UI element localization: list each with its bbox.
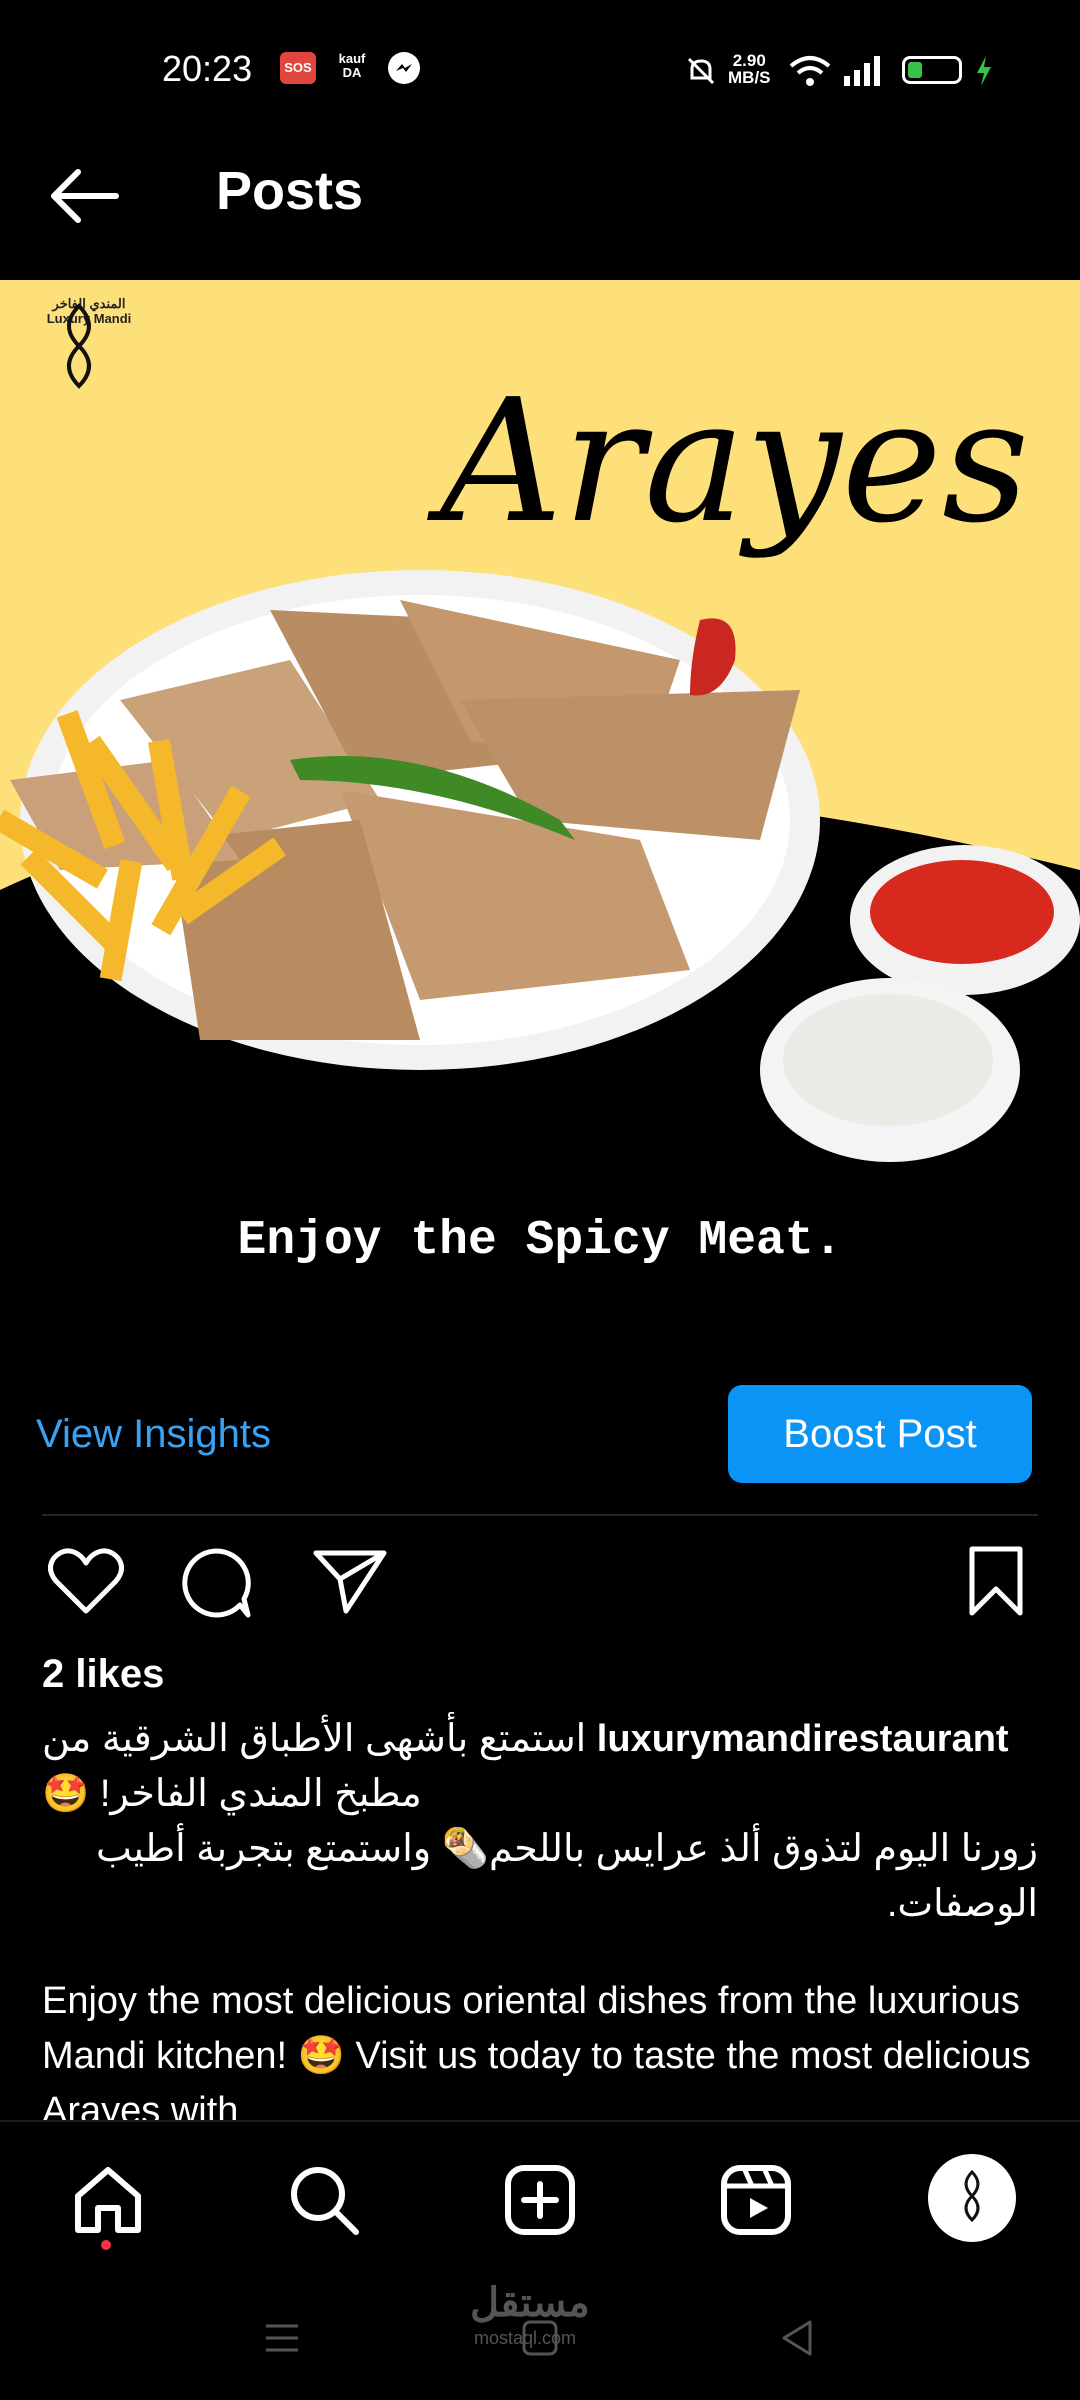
reels-icon[interactable] xyxy=(716,2160,796,2240)
likes-count[interactable]: 2 likes xyxy=(42,1652,164,1697)
watermark-ar: مستقل xyxy=(470,2281,590,2325)
page-title: Posts xyxy=(216,161,364,221)
script-title: Arayes xyxy=(427,363,1029,561)
status-bar: 20:23 SOS kauf DA 2.90 MB/S xyxy=(0,0,1080,140)
boost-post-button[interactable]: Boost Post xyxy=(728,1385,1032,1483)
mute-icon xyxy=(687,57,715,85)
caption-arabic: luxurymandirestaurant استمتع بأشهى الأطب… xyxy=(42,1712,1038,1822)
caption-arabic-line1: استمتع بأشهى الأطباق الشرقية من مطبخ الم… xyxy=(42,1718,587,1815)
caption-english: Enjoy the most delicious oriental dishes… xyxy=(42,1980,1031,2120)
caption-username[interactable]: luxurymandirestaurant xyxy=(597,1718,1009,1760)
kaufda-icon: kauf DA xyxy=(338,51,366,80)
recent-apps-icon[interactable] xyxy=(262,2318,302,2358)
charging-icon xyxy=(977,56,991,86)
sos-icon: SOS xyxy=(280,52,316,84)
profile-avatar[interactable] xyxy=(928,2154,1016,2242)
back-arrow-icon[interactable] xyxy=(48,166,120,226)
home-notification-dot xyxy=(101,2240,111,2250)
brand-logo: المندي الفاخر Luxury Mandi xyxy=(44,296,134,389)
comment-icon[interactable] xyxy=(178,1545,254,1621)
bottom-nav xyxy=(0,2120,1080,2278)
brand-monogram-icon xyxy=(964,2169,980,2223)
create-icon[interactable] xyxy=(500,2160,580,2240)
wifi-icon xyxy=(789,56,831,86)
signal-icon xyxy=(844,56,880,86)
home-icon[interactable] xyxy=(68,2160,148,2240)
bookmark-icon[interactable] xyxy=(964,1545,1028,1617)
caption-arabic-line2: زورنا اليوم لتذوق ألذ عرايس باللحم🌯 واست… xyxy=(96,1828,1038,1925)
view-insights-link[interactable]: View Insights xyxy=(36,1412,271,1457)
battery-icon xyxy=(902,56,962,84)
post-image[interactable]: Arayes المندي الفاخر Luxury Mandi Enjoy … xyxy=(0,280,1080,1360)
like-heart-icon[interactable] xyxy=(46,1545,126,1617)
post-artwork: Arayes xyxy=(0,280,1080,1360)
post-headline: Enjoy the Spicy Meat. xyxy=(237,1214,843,1268)
post-caption: luxurymandirestaurant استمتع بأشهى الأطب… xyxy=(42,1712,1038,2120)
messenger-icon xyxy=(388,52,420,84)
share-icon[interactable] xyxy=(312,1545,388,1617)
back-triangle-icon[interactable] xyxy=(778,2318,818,2358)
search-icon[interactable] xyxy=(284,2160,364,2240)
caption-clip: luxurymandirestaurant استمتع بأشهى الأطب… xyxy=(0,1712,1080,2120)
divider xyxy=(42,1514,1038,1516)
watermark-en: mostaql.com xyxy=(474,2328,577,2348)
brand-monogram-icon xyxy=(67,303,91,389)
status-time: 20:23 xyxy=(162,48,253,89)
network-speed: 2.90 MB/S xyxy=(728,51,771,87)
